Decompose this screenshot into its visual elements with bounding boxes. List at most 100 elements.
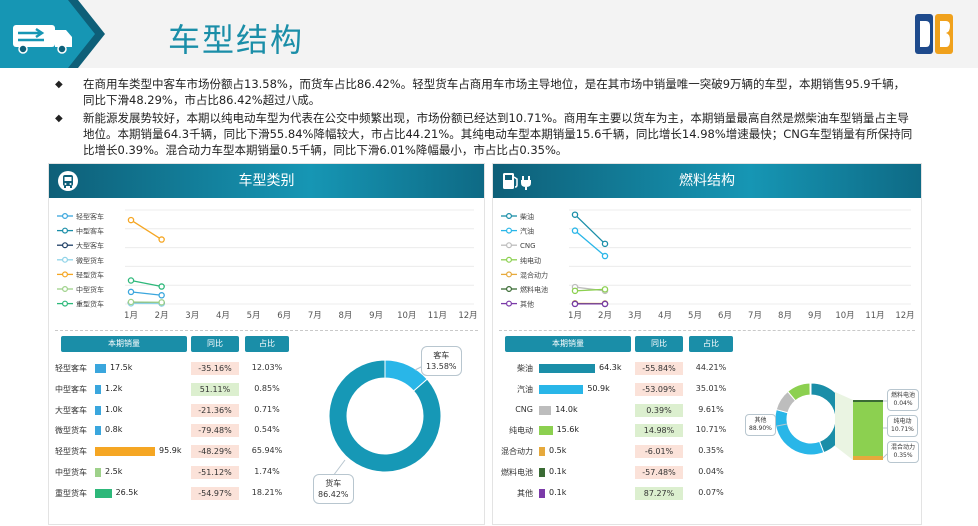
volume-bar	[539, 489, 545, 498]
data-point	[159, 293, 164, 298]
donut-slice	[775, 410, 824, 455]
db-logo-icon	[913, 12, 957, 56]
x-tick-label: 6月	[718, 311, 732, 321]
bus-share-callout: 客车 13.58%	[421, 346, 462, 376]
diamond-bullet-icon: ◆	[55, 77, 63, 93]
data-point	[128, 217, 133, 222]
row-label: 重型货车	[55, 488, 87, 499]
callout-leader	[777, 424, 787, 426]
diamond-bullet-icon: ◆	[55, 111, 63, 127]
breakout-connector	[835, 392, 853, 460]
table-row: 混合动力0.5k-6.01%0.35%	[493, 443, 743, 461]
share-value: 0.71%	[245, 405, 289, 414]
column-header-volume: 本期销量	[505, 336, 631, 352]
volume-bar	[95, 426, 101, 435]
x-tick-label: 4月	[658, 311, 672, 321]
legend-marker	[507, 243, 512, 248]
x-tick-label: 5月	[247, 311, 261, 321]
legend-marker	[507, 214, 512, 219]
callout-value: 0.04%	[891, 400, 915, 408]
volume-bar	[539, 385, 583, 394]
callout-label: 货车	[318, 478, 349, 489]
donut-slice	[811, 383, 847, 453]
volume-value: 26.5k	[116, 488, 138, 497]
x-tick-label: 10月	[835, 311, 854, 321]
series-line	[131, 292, 162, 295]
donut-slice	[776, 392, 795, 413]
x-tick-label: 9月	[369, 311, 383, 321]
callout-label: 燃料电池	[891, 392, 915, 400]
legend-label: 汽油	[520, 227, 534, 236]
dashed-divider	[499, 330, 915, 331]
table-row: 重型货车26.5k-54.97%18.21%	[49, 485, 299, 503]
legend-marker	[63, 272, 68, 277]
yoy-value: 0.39%	[635, 404, 683, 417]
legend-marker	[63, 214, 68, 219]
data-point	[159, 237, 164, 242]
breakout-segment	[853, 400, 883, 402]
volume-value: 50.9k	[587, 384, 609, 393]
yoy-value: 51.11%	[191, 383, 239, 396]
legend-label: 大型客车	[76, 241, 104, 250]
yoy-value: -79.48%	[191, 424, 239, 437]
row-label: 轻型货车	[55, 446, 87, 457]
legend-label: CNG	[520, 242, 536, 250]
table-row: 大型客车1.0k-21.36%0.71%	[49, 402, 299, 420]
volume-bar	[539, 364, 595, 373]
table-row: 其他0.1k87.27%0.07%	[493, 485, 743, 503]
x-tick-label: 1月	[568, 311, 582, 321]
column-header-share: 占比	[689, 336, 733, 352]
row-label: 汽油	[493, 384, 533, 395]
data-point	[572, 301, 577, 306]
volume-bar	[95, 385, 101, 394]
x-tick-label: 11月	[865, 311, 884, 321]
volume-value: 14.0k	[555, 405, 577, 414]
data-point	[572, 288, 577, 293]
x-tick-label: 7月	[748, 311, 762, 321]
panel-title: 车型类别	[49, 164, 484, 198]
volume-value: 95.9k	[159, 446, 181, 455]
x-tick-label: 5月	[688, 311, 702, 321]
row-label: 中型客车	[55, 384, 87, 395]
table-row: 中型货车2.5k-51.12%1.74%	[49, 464, 299, 482]
data-point	[602, 287, 607, 292]
legend-label: 其他	[520, 300, 534, 309]
truck-share-callout: 货车 86.42%	[313, 474, 354, 504]
x-tick-label: 8月	[778, 311, 792, 321]
volume-value: 15.6k	[557, 425, 579, 434]
table-row: 柴油64.3k-55.84%44.21%	[493, 360, 743, 378]
volume-bar	[95, 406, 101, 415]
yoy-value: 14.98%	[635, 424, 683, 437]
row-label: 中型货车	[55, 467, 87, 478]
series-line	[131, 220, 162, 239]
volume-bar	[539, 406, 551, 415]
volume-bar	[539, 447, 545, 456]
data-point	[159, 300, 164, 305]
yoy-value: -35.16%	[191, 362, 239, 375]
truck-arrow-icon	[0, 0, 105, 68]
volume-bar	[539, 426, 553, 435]
x-tick-label: 10月	[397, 311, 416, 321]
page-title: 车型结构	[168, 15, 304, 61]
bullet-text: 在商用车类型中客车市场份额占13.58%，而货车占比86.42%。轻型货车占商用…	[83, 76, 915, 108]
ev-callout: 纯电动 10.71%	[887, 415, 918, 437]
volume-value: 1.0k	[105, 405, 122, 414]
legend-label: 燃料电池	[520, 285, 548, 294]
share-value: 0.35%	[689, 446, 733, 455]
callout-label: 纯电动	[891, 418, 914, 426]
row-label: 其他	[493, 488, 533, 499]
x-tick-label: 11月	[428, 311, 447, 321]
legend-label: 柴油	[520, 212, 534, 221]
legend-label: 中型客车	[76, 227, 104, 236]
legend-marker	[63, 243, 68, 248]
table-row: 燃料电池0.1k-57.48%0.04%	[493, 464, 743, 482]
legend-label: 混合动力	[520, 270, 548, 279]
table-row: 汽油50.9k-53.09%35.01%	[493, 381, 743, 399]
volume-value: 0.1k	[549, 467, 566, 476]
volume-value: 17.5k	[110, 363, 132, 372]
column-header-yoy: 同比	[191, 336, 239, 352]
data-point	[572, 228, 577, 233]
x-tick-label: 4月	[216, 311, 230, 321]
callout-label: 其他	[749, 417, 772, 425]
donut-slice	[329, 360, 441, 472]
